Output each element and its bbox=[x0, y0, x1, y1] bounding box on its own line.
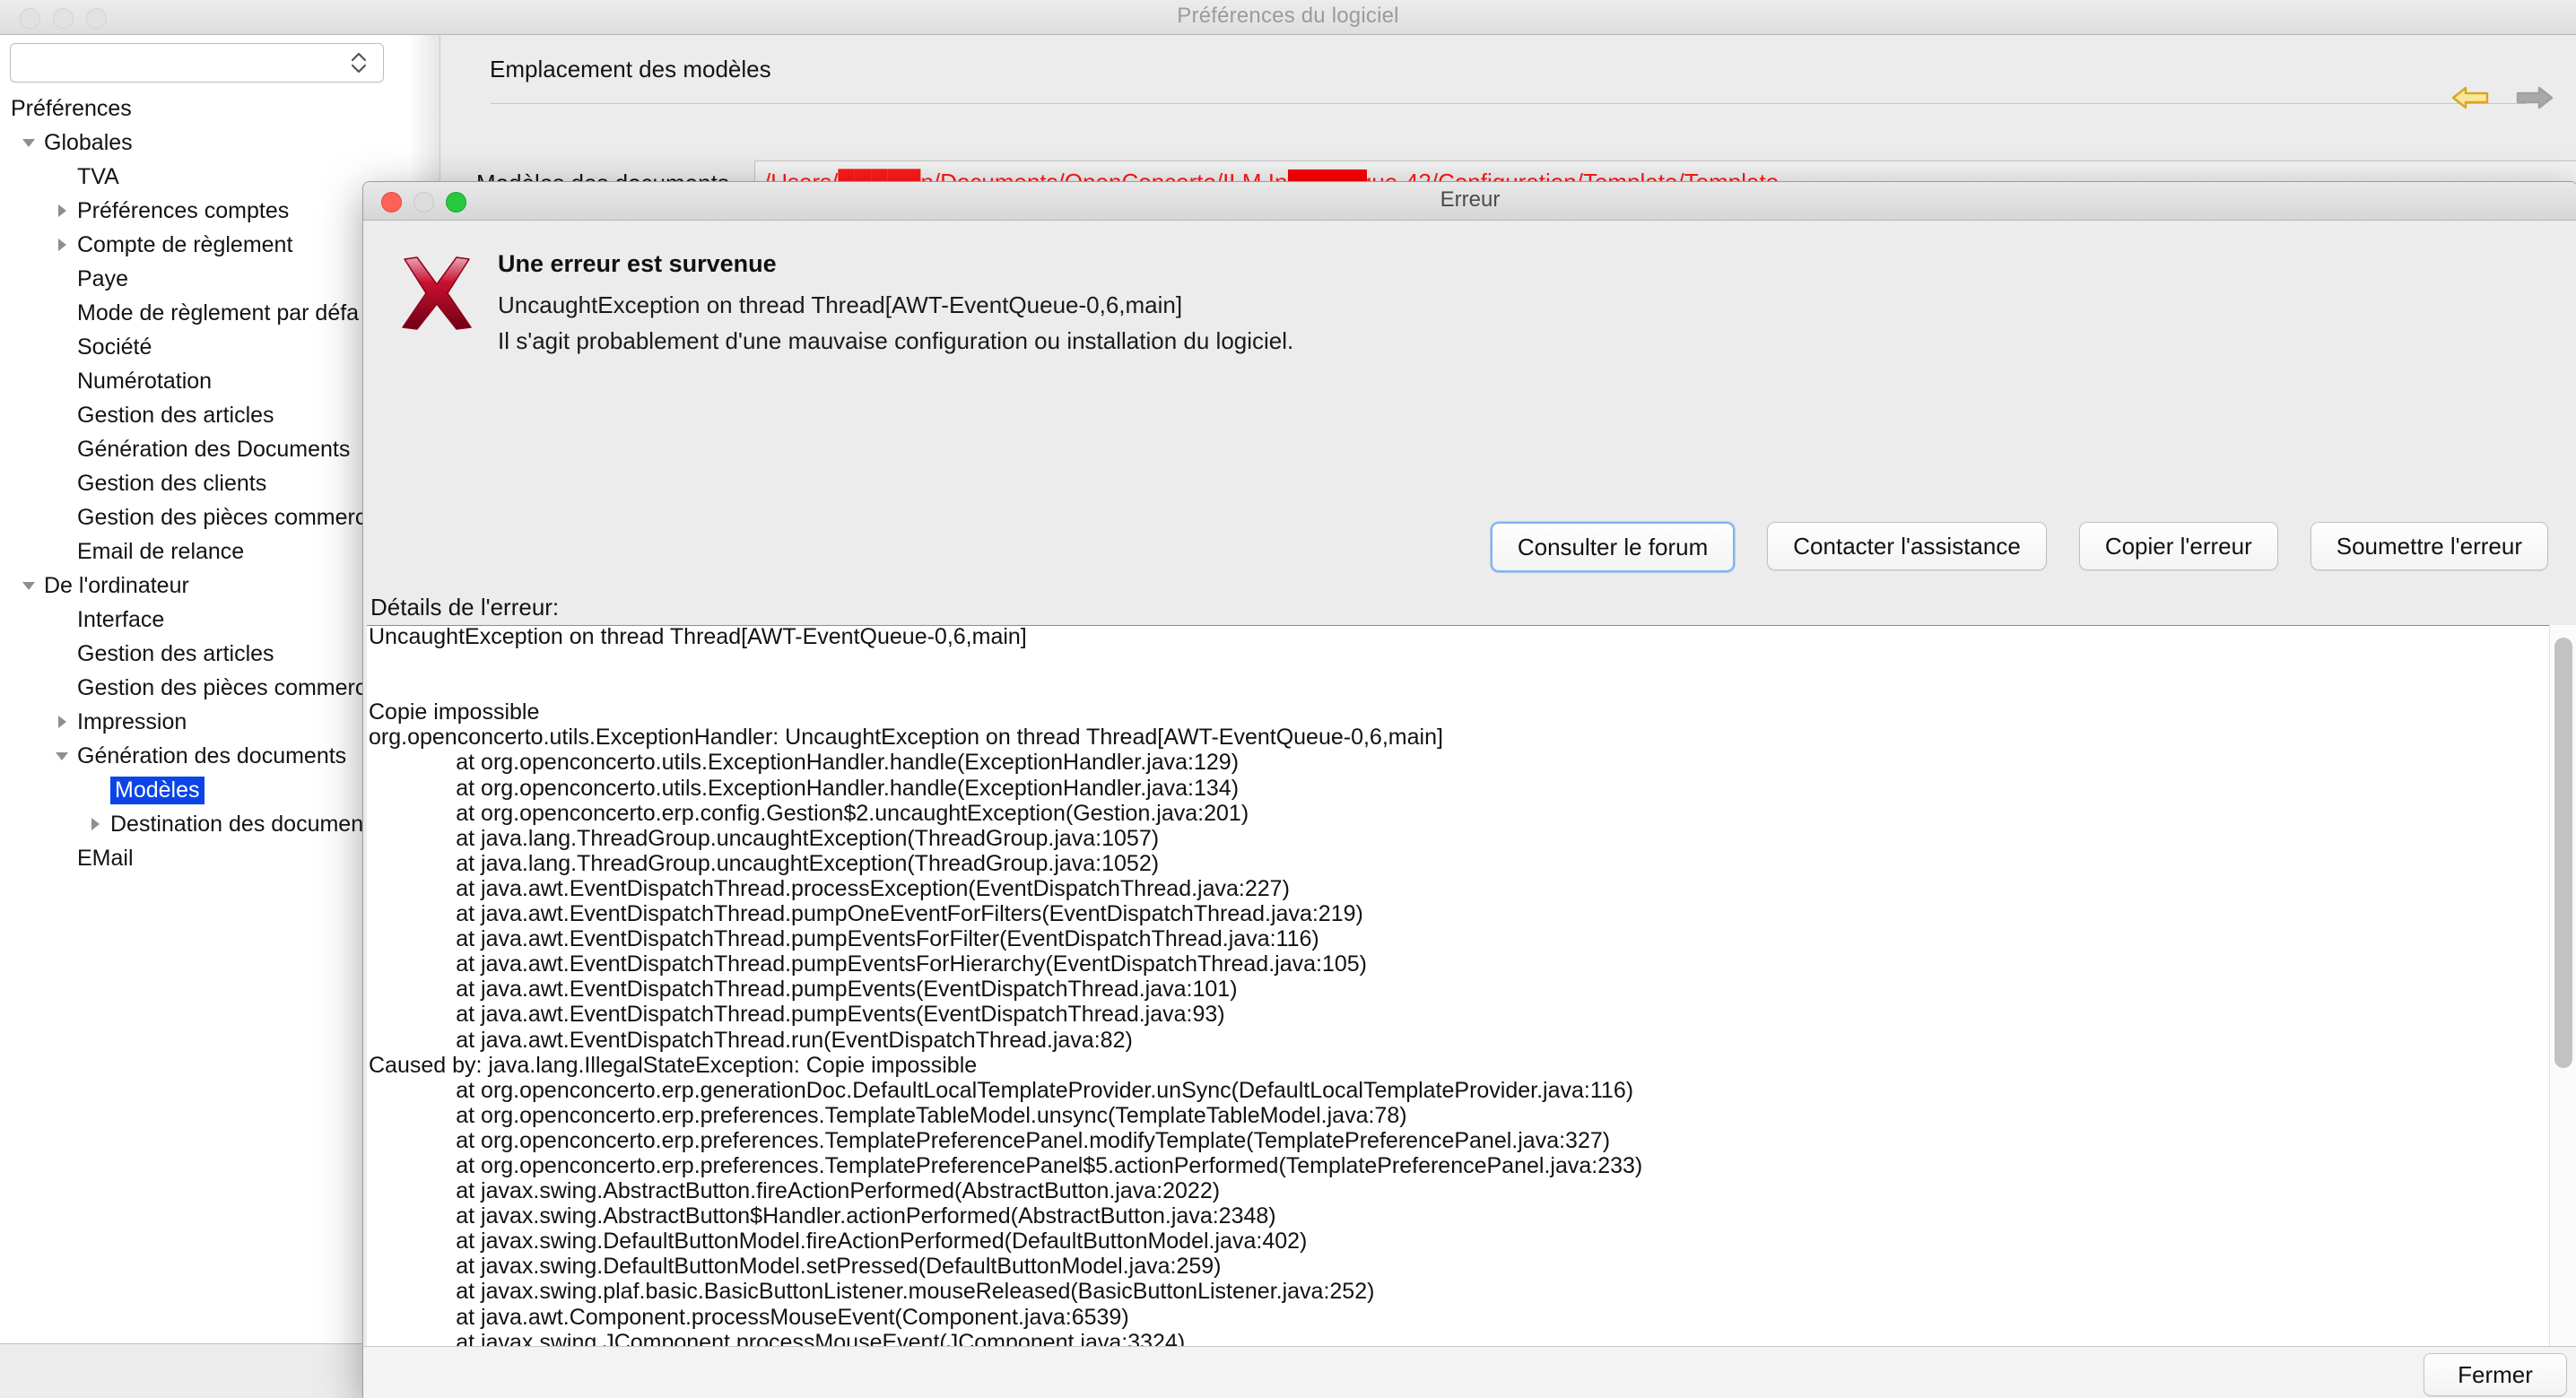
tree-item[interactable]: Mode de règlement par défa bbox=[0, 296, 422, 330]
tree-item[interactable]: Gestion des pièces commerc bbox=[0, 671, 422, 705]
tree-item[interactable]: Numérotation bbox=[0, 364, 422, 398]
error-dialog-footer bbox=[363, 1346, 2576, 1398]
tree-item[interactable]: Gestion des pièces commerci bbox=[0, 500, 422, 534]
tree-item[interactable]: Paye bbox=[0, 262, 422, 296]
tree-item-label: De l'ordinateur bbox=[44, 573, 189, 599]
dialog-button[interactable]: Consulter le forum bbox=[1491, 522, 1735, 572]
dialog-button[interactable]: Copier l'erreur bbox=[2079, 522, 2278, 570]
error-heading: Une erreur est survenue bbox=[498, 250, 777, 278]
navigation-arrows[interactable] bbox=[2451, 84, 2554, 116]
tree-item-label: Gestion des articles bbox=[77, 403, 274, 429]
tree-item[interactable]: Préférences comptes bbox=[0, 194, 422, 228]
tree-item-label: Interface bbox=[77, 607, 164, 633]
chevron-down-icon[interactable] bbox=[17, 131, 40, 154]
tree-item[interactable]: Interface bbox=[0, 603, 422, 637]
page-title: Emplacement des modèles bbox=[490, 56, 771, 83]
preferences-tree[interactable]: Préférences Globales TVA Préférences compte… bbox=[0, 91, 422, 875]
tree-item[interactable]: Impression bbox=[0, 705, 422, 739]
tree-item[interactable]: Génération des Documents bbox=[0, 432, 422, 466]
tree-item-label: Paye bbox=[77, 266, 128, 292]
search-combo[interactable] bbox=[10, 43, 384, 82]
tree-item[interactable]: Gestion des articles bbox=[0, 398, 422, 432]
error-dialog-actions: Consulter le forum Contacter l'assistance… bbox=[363, 522, 2576, 572]
chevron-right-icon[interactable] bbox=[50, 233, 74, 256]
details-scrollbar[interactable] bbox=[2549, 625, 2576, 1398]
chevron-down-icon[interactable] bbox=[50, 744, 74, 768]
details-scrollbar-thumb[interactable] bbox=[2554, 638, 2572, 1068]
tree-item[interactable]: Gestion des clients bbox=[0, 466, 422, 500]
tree-item[interactable]: Modèles bbox=[0, 773, 422, 807]
tree-item[interactable]: Globales bbox=[0, 126, 422, 160]
tree-item[interactable]: Société bbox=[0, 330, 422, 364]
tree-item-label: Gestion des pièces commerc bbox=[77, 675, 366, 701]
tree-item-label: Mode de règlement par défa bbox=[77, 300, 359, 326]
chevron-updown-icon[interactable] bbox=[347, 49, 370, 76]
tree-item-label: Impression bbox=[77, 709, 187, 735]
dialog-button[interactable]: Contacter l'assistance bbox=[1767, 522, 2047, 570]
tree-item-label: EMail bbox=[77, 846, 134, 872]
arrow-right-icon[interactable] bbox=[2516, 84, 2554, 116]
error-message-line-2: Il s'agit probablement d'une mauvaise co… bbox=[498, 327, 1293, 355]
tree-item-label: Génération des Documents bbox=[77, 437, 350, 463]
error-message-line-1: UncaughtException on thread Thread[AWT-E… bbox=[498, 291, 1182, 319]
main-window-title: Préférences du logiciel bbox=[0, 4, 2576, 29]
chevron-down-icon[interactable] bbox=[17, 574, 40, 597]
tree-item-label: Destination des documen bbox=[110, 812, 363, 838]
tree-item[interactable]: Compte de règlement bbox=[0, 228, 422, 262]
tree-item-label: Numérotation bbox=[77, 369, 212, 395]
arrow-left-icon[interactable] bbox=[2451, 84, 2489, 116]
tree-item-label: Globales bbox=[44, 130, 133, 156]
tree-item[interactable]: De l'ordinateur bbox=[0, 569, 422, 603]
tree-item-label: Gestion des articles bbox=[77, 641, 274, 667]
tree-item[interactable]: Email de relance bbox=[0, 534, 422, 569]
content-divider bbox=[491, 103, 2527, 104]
tree-item-label: Société bbox=[77, 334, 152, 360]
tree-item-label: Email de relance bbox=[77, 539, 244, 565]
details-stacktrace: UncaughtException on thread Thread[AWT-E… bbox=[369, 625, 1642, 1398]
error-dialog-titlebar: Erreur bbox=[363, 182, 2576, 221]
tree-item[interactable]: EMail bbox=[0, 841, 422, 875]
tree-item-label: Préférences comptes bbox=[77, 198, 289, 224]
details-label: Détails de l'erreur: bbox=[370, 594, 559, 621]
dialog-button[interactable]: Soumettre l'erreur bbox=[2311, 522, 2548, 570]
tree-item[interactable]: Génération des documents bbox=[0, 739, 422, 773]
main-window-titlebar: Préférences du logiciel bbox=[0, 0, 2576, 35]
screen-root: Préférences du logiciel Préférences Globa… bbox=[0, 0, 2576, 1398]
error-dialog: Erreur Une erreur est survenue UncaughtE… bbox=[362, 181, 2576, 1398]
tree-item[interactable]: Destination des documen bbox=[0, 807, 422, 841]
details-textarea[interactable]: UncaughtException on thread Thread[AWT-E… bbox=[367, 625, 2573, 1398]
tree-item-label: Gestion des pièces commerci bbox=[77, 505, 371, 531]
error-dialog-title: Erreur bbox=[363, 187, 2576, 213]
tree-item-label: Gestion des clients bbox=[77, 471, 266, 497]
chevron-right-icon[interactable] bbox=[83, 812, 107, 836]
error-x-icon bbox=[396, 252, 478, 334]
tree-item[interactable]: Gestion des articles bbox=[0, 637, 422, 671]
tree-item[interactable]: TVA bbox=[0, 160, 422, 194]
tree-item-label: Modèles bbox=[110, 777, 205, 804]
close-button[interactable]: Fermer bbox=[2424, 1353, 2567, 1396]
tree-item-label: Génération des documents bbox=[77, 743, 346, 769]
chevron-right-icon[interactable] bbox=[50, 710, 74, 734]
tree-item-label: Compte de règlement bbox=[77, 232, 292, 258]
tree-item-label: TVA bbox=[77, 164, 119, 190]
chevron-right-icon[interactable] bbox=[50, 199, 74, 222]
tree-item[interactable]: Préférences bbox=[0, 91, 422, 126]
tree-item-label: Préférences bbox=[11, 96, 132, 122]
